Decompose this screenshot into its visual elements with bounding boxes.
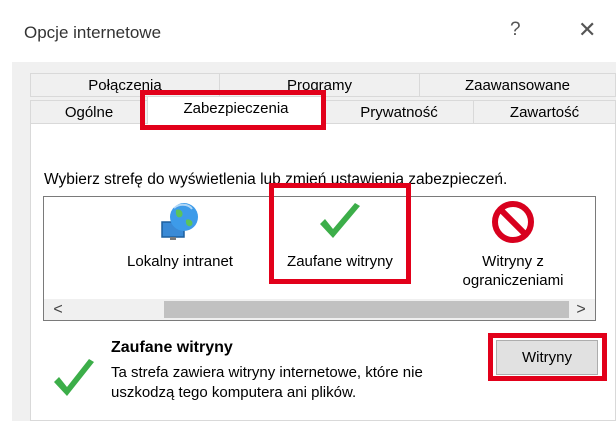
tab-zaawansowane[interactable]: Zaawansowane [419,73,616,97]
zone-label: Lokalny intranet [127,253,233,270]
checkmark-icon [320,203,360,238]
tab-label: Zawartość [509,104,580,121]
tab-programy[interactable]: Programy [219,73,420,97]
close-button[interactable]: ✕ [578,17,596,43]
sites-button[interactable]: Witryny [496,340,598,375]
scroll-left-button[interactable]: < [48,299,68,320]
zone-local-intranet[interactable]: Lokalny intranet [105,200,255,271]
selected-zone-title: Zaufane witryny [111,339,233,356]
zone-instruction: Wybierz strefę do wyświetlenia lub zmień… [44,171,508,188]
zone-label: Zaufane witryny [287,253,393,270]
globe-monitor-icon [161,203,198,240]
help-button[interactable]: ? [510,19,521,41]
scroll-right-button[interactable]: > [571,299,591,320]
tab-label: Ogólne [64,104,114,121]
window-title: Opcje internetowe [24,23,162,42]
tab-label: Programy [286,77,353,94]
checkmark-icon [54,359,94,396]
zone-restricted-sites[interactable]: Witryny z ograniczeniami [438,200,588,290]
scroll-thumb[interactable] [164,301,569,318]
zones-scrollbar[interactable]: < > [44,299,595,320]
tab-prywatnosc[interactable]: Prywatność [324,100,474,124]
zone-trusted-sites[interactable]: Zaufane witryny [272,200,408,271]
tab-label: Połączenia [88,77,162,94]
tab-ogolne[interactable]: Ogólne [30,100,148,124]
tab-label: Prywatność [360,104,438,121]
tab-label: Zaawansowane [464,77,571,94]
zone-label-line2: ograniczeniami [462,272,564,289]
title-bar: Opcje internetowe ? ✕ [0,0,616,62]
tab-zawartosc[interactable]: Zawartość [473,100,616,124]
restricted-icon [492,201,534,243]
tab-label: Zabezpieczenia [183,100,289,117]
tab-polaczenia[interactable]: Połączenia [30,73,220,97]
selected-zone-description: Ta strefa zawiera witryny internetowe, k… [111,364,423,401]
zone-label-line1: Witryny z [482,253,544,270]
tab-zabezpieczenia[interactable]: Zabezpieczenia [147,96,325,124]
